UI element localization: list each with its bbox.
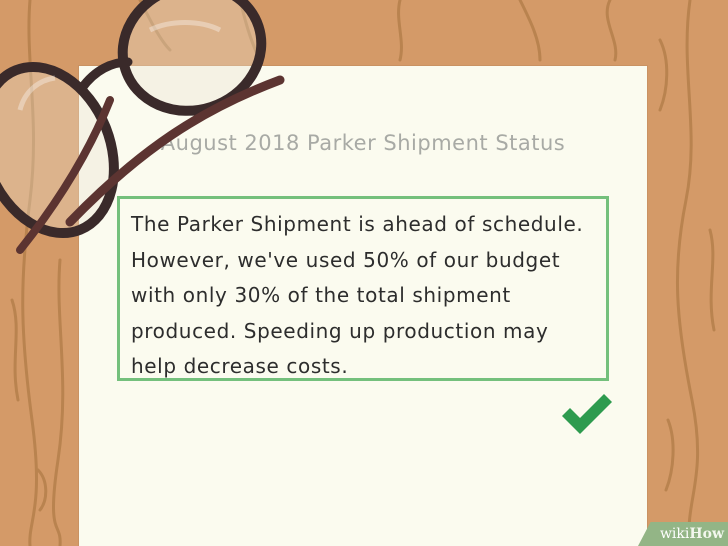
wikihow-watermark: wiki How [638, 522, 728, 546]
watermark-wiki: wiki [659, 526, 690, 542]
checkmark-icon [562, 394, 612, 434]
watermark-how: How [689, 526, 724, 542]
eyeglasses-icon [0, 0, 285, 254]
